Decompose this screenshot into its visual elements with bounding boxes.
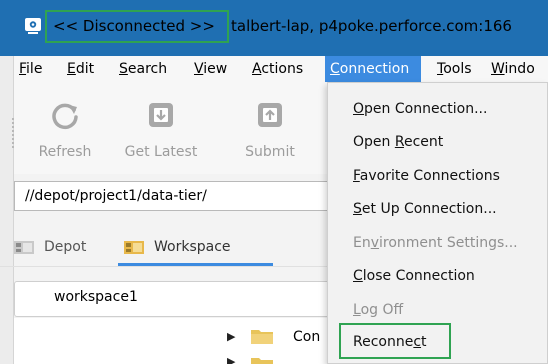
item-pre: Open: [353, 134, 395, 150]
menu-view-label: iew: [203, 61, 228, 77]
menu-edit-accel: E: [67, 61, 76, 77]
item-post: avorite Connections: [359, 168, 500, 184]
menu-bar: File Edit Search View Actions Connection…: [0, 56, 548, 82]
item-accel: v: [370, 235, 380, 251]
item-accel: C: [353, 268, 363, 284]
menu-file-label: ile: [26, 61, 43, 77]
menu-set-up-connection[interactable]: Set Up Connection...: [353, 201, 497, 217]
submit-button[interactable]: Submit: [229, 100, 311, 160]
window-left-edge: [0, 56, 14, 364]
refresh-label: Refresh: [38, 144, 92, 160]
depot-path-input[interactable]: //depot/project1/data-tier/: [14, 181, 344, 211]
menu-actions-label: ctions: [261, 61, 304, 77]
item-accel: R: [394, 134, 404, 150]
item-post: ecent: [403, 134, 444, 150]
menu-actions-accel: A: [252, 61, 262, 77]
menu-edit-label: dit: [75, 61, 95, 77]
get-latest-icon: [149, 103, 173, 127]
menu-search-accel: S: [119, 61, 128, 77]
menu-connection[interactable]: Connection: [325, 56, 421, 82]
connection-status-text: << Disconnected >>: [53, 17, 215, 35]
menu-search-label: earch: [127, 61, 168, 77]
item-post: pen Connection...: [364, 101, 488, 117]
tab-depot[interactable]: Depot: [14, 229, 86, 265]
menu-connection-accel: C: [330, 61, 340, 77]
menu-window-label: indo: [504, 61, 535, 77]
menu-window-accel: W: [491, 61, 505, 77]
window-title-text: talbert-lap, p4poke.perforce.com:166: [231, 17, 512, 35]
item-post: et Up Connection...: [361, 201, 497, 217]
refresh-button[interactable]: Refresh: [24, 100, 106, 160]
tree-item-label[interactable]: Con: [293, 329, 320, 345]
folder-icon: [251, 330, 273, 344]
menu-favorite-connections[interactable]: Favorite Connections: [353, 168, 500, 184]
expand-arrow-icon-2[interactable]: ▶: [227, 355, 235, 364]
connection-menu: [327, 82, 548, 364]
submit-label: Submit: [245, 144, 295, 160]
menu-edit[interactable]: Edit: [62, 56, 99, 82]
item-post: og Off: [360, 302, 404, 318]
tab-workspace-label: Workspace: [154, 239, 231, 255]
app-icon: [25, 18, 41, 34]
item-accel: F: [353, 168, 360, 184]
get-latest-button[interactable]: Get Latest: [120, 100, 202, 160]
toolbar-grip[interactable]: [12, 118, 14, 148]
get-latest-label: Get Latest: [124, 144, 198, 160]
menu-view[interactable]: View: [189, 56, 232, 82]
expand-arrow-icon[interactable]: ▶: [227, 330, 235, 343]
item-post: ironment Settings...: [379, 235, 518, 251]
menu-environment-settings[interactable]: Environment Settings...: [353, 235, 518, 251]
item-accel: O: [353, 101, 365, 117]
menu-file-accel: F: [19, 61, 27, 77]
folder-icon-2: [251, 358, 273, 364]
menu-window[interactable]: Windo: [486, 56, 540, 82]
menu-open-recent[interactable]: Open Recent: [353, 134, 443, 150]
item-post: lose Connection: [362, 268, 475, 284]
reconnect-highlight-box: [339, 323, 451, 359]
menu-actions[interactable]: Actions: [247, 56, 308, 82]
workspace-name: workspace1: [54, 289, 138, 305]
tab-workspace[interactable]: Workspace: [124, 229, 231, 265]
depot-icon: [14, 241, 34, 254]
menu-tools-label: ools: [443, 61, 472, 77]
menu-search[interactable]: Search: [114, 56, 172, 82]
item-accel: L: [353, 302, 361, 318]
menu-open-connection[interactable]: Open Connection...: [353, 101, 487, 117]
refresh-icon: [52, 103, 78, 130]
tab-depot-label: Depot: [44, 239, 87, 255]
menu-log-off[interactable]: Log Off: [353, 302, 403, 318]
menu-tools[interactable]: Tools: [432, 56, 477, 82]
menu-connection-label: onnection: [339, 61, 410, 77]
menu-close-connection[interactable]: Close Connection: [353, 268, 475, 284]
item-pre: En: [353, 235, 371, 251]
workspace-icon: [124, 241, 144, 254]
submit-icon: [258, 103, 282, 127]
menu-file[interactable]: File: [14, 56, 47, 82]
menu-view-accel: V: [194, 61, 204, 77]
item-accel: S: [353, 201, 362, 217]
